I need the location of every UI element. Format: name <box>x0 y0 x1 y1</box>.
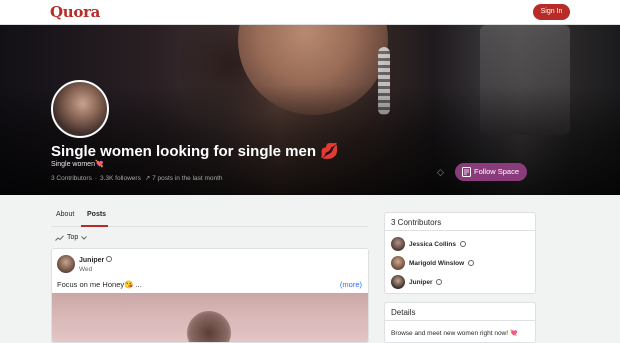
followers-count[interactable]: 3.3K followers <box>100 175 141 182</box>
post-image[interactable] <box>52 293 368 342</box>
space-stats: 3 Contributors · 3.3K followers ↗ 7 posts i… <box>51 174 223 182</box>
follow-space-label: Follow Space <box>474 167 520 176</box>
follow-space-icon <box>462 167 471 177</box>
verified-badge-icon <box>459 241 466 247</box>
contributor-row[interactable]: Marigold Winslow <box>391 255 475 271</box>
contributor-name: Marigold Winslow <box>409 259 465 267</box>
more-link[interactable]: (more) <box>340 280 362 289</box>
avatar <box>391 237 405 251</box>
post-card: Juniper Wed Focus on me Honey😘 ... (more… <box>51 248 369 343</box>
quora-logo[interactable]: Quora <box>50 3 100 21</box>
verified-badge-icon <box>106 256 113 262</box>
trending-icon <box>55 234 64 241</box>
details-card: Details Browse and meet new women right … <box>384 302 536 343</box>
post-author-name: Juniper <box>79 257 105 264</box>
sort-label: Top <box>67 234 79 241</box>
details-text: Browse and meet new women right now! 💘 <box>391 330 518 337</box>
sort-dropdown[interactable]: Top <box>55 234 88 241</box>
space-tabs: About Posts <box>51 207 368 227</box>
active-tab-indicator <box>81 225 108 227</box>
sign-in-button[interactable]: Sign In <box>533 4 570 20</box>
post-author[interactable]: Juniper <box>79 256 113 264</box>
contributor-row[interactable]: Juniper <box>391 274 443 290</box>
trending-icon: ↗ <box>144 175 151 182</box>
space-subtitle: Single women💘 <box>51 161 104 168</box>
contributor-row[interactable]: Jessica Collins <box>391 236 466 252</box>
tab-about[interactable]: About <box>56 211 74 218</box>
contributor-name: Jessica Collins <box>409 240 456 248</box>
separator: · <box>94 175 97 182</box>
post-image-subject <box>187 311 231 342</box>
contributors-count[interactable]: 3 Contributors <box>51 175 92 182</box>
contributors-card-title: 3 Contributors <box>385 213 535 231</box>
follow-space-button[interactable]: Follow Space <box>455 163 527 181</box>
author-avatar[interactable] <box>57 255 75 273</box>
post-text[interactable]: Focus on me Honey😘 ... <box>57 280 142 289</box>
posts-last-month: 7 posts in the last month <box>152 175 223 182</box>
details-card-title: Details <box>385 303 535 321</box>
verified-badge-icon <box>468 260 475 266</box>
verified-badge-icon <box>436 279 443 285</box>
avatar <box>391 256 405 270</box>
avatar <box>391 275 405 289</box>
space-title: Single women looking for single men 💋 <box>51 143 339 160</box>
more-options-icon[interactable]: ◇ <box>437 167 444 178</box>
post-date[interactable]: Wed <box>79 266 92 273</box>
space-avatar <box>51 80 109 138</box>
contributors-card: 3 Contributors Jessica Collins Marigold … <box>384 212 536 294</box>
top-nav: Quora Sign In <box>0 0 620 25</box>
tab-posts[interactable]: Posts <box>87 211 106 218</box>
chevron-down-icon <box>81 235 88 240</box>
contributor-name: Juniper <box>409 278 433 286</box>
